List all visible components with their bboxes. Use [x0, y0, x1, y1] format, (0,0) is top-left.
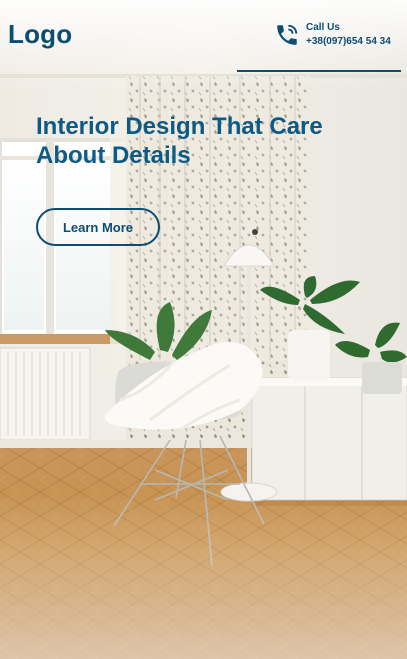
site-header: Logo Call Us +38(097)654 54 34 [0, 0, 407, 74]
phone-number[interactable]: +38(097)654 54 34 [306, 36, 391, 47]
call-us-link[interactable]: Call Us +38(097)654 54 34 [274, 20, 404, 54]
site-logo[interactable]: Logo [8, 19, 72, 50]
learn-more-button[interactable]: Learn More [36, 208, 160, 246]
hero-title: Interior Design That Care About Details [36, 113, 323, 169]
hero-background-image [0, 0, 407, 659]
phone-icon [277, 24, 298, 45]
header-divider [237, 70, 401, 72]
call-us-label: Call Us [306, 22, 340, 33]
